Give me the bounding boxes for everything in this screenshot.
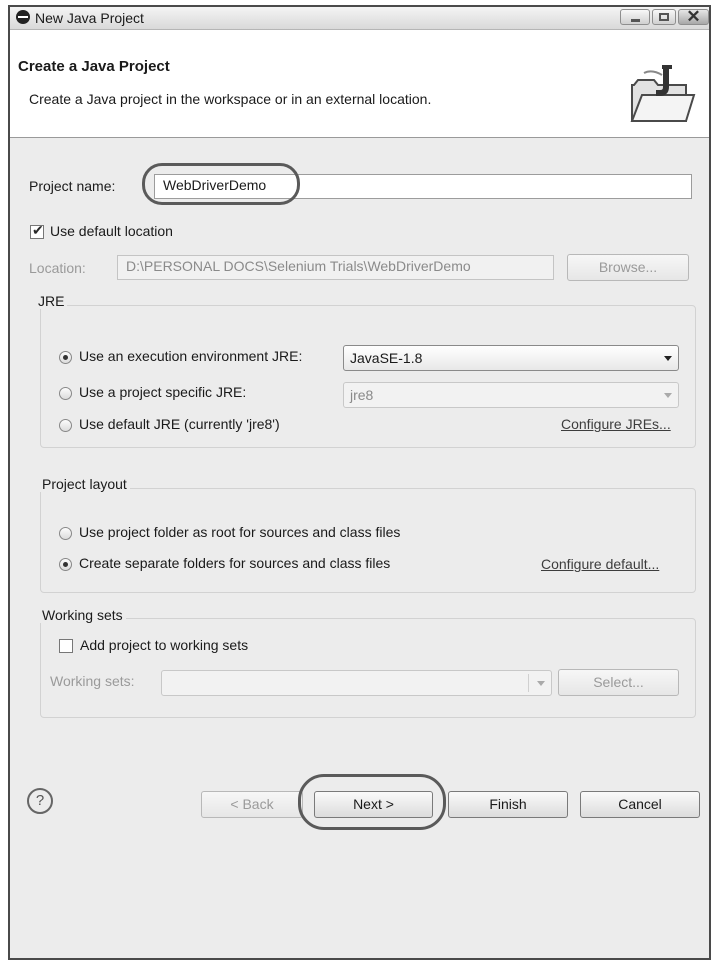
project-layout-group xyxy=(40,488,696,593)
project-specific-jre-radio[interactable] xyxy=(59,387,72,400)
minimize-button[interactable] xyxy=(620,9,650,25)
close-button[interactable]: ✕ xyxy=(678,7,709,26)
select-working-sets-button[interactable]: Select... xyxy=(558,669,679,696)
layout-root-label: Use project folder as root for sources a… xyxy=(79,524,401,540)
layout-separate-label: Create separate folders for sources and … xyxy=(79,555,391,571)
project-name-label: Project name: xyxy=(29,178,116,194)
back-button[interactable]: < Back xyxy=(201,791,303,818)
dropdown-arrow-icon xyxy=(664,356,672,361)
use-default-location-checkbox[interactable]: ✔ xyxy=(30,222,44,239)
project-layout-group-title: Project layout xyxy=(39,476,130,492)
help-icon[interactable]: ? xyxy=(27,788,53,814)
add-to-working-sets-label: Add project to working sets xyxy=(80,637,249,653)
wizard-description: Create a Java project in the workspace o… xyxy=(29,91,432,107)
cancel-button[interactable]: Cancel xyxy=(580,791,700,818)
project-specific-jre-dropdown[interactable]: jre8 xyxy=(343,382,679,408)
folder-wizard-icon xyxy=(630,65,696,122)
close-icon: ✕ xyxy=(686,7,701,26)
next-button-highlight xyxy=(298,774,446,830)
wizard-header: Create a Java Project Create a Java proj… xyxy=(10,30,709,138)
title-bar[interactable]: New Java Project ✕ xyxy=(10,7,709,30)
execution-env-dropdown[interactable]: JavaSE-1.8 xyxy=(343,345,679,371)
wizard-title: Create a Java Project xyxy=(18,58,170,75)
dropdown-arrow-icon xyxy=(537,681,545,686)
dropdown-arrow-icon xyxy=(664,393,672,398)
working-sets-group-title: Working sets xyxy=(39,607,126,623)
add-to-working-sets-checkbox[interactable] xyxy=(59,639,73,653)
dropdown-separator xyxy=(528,674,529,692)
project-specific-jre-label: Use a project specific JRE: xyxy=(79,384,247,400)
configure-jres-link[interactable]: Configure JREs... xyxy=(561,416,671,432)
execution-env-label: Use an execution environment JRE: xyxy=(79,348,303,364)
default-jre-label: Use default JRE (currently 'jre8') xyxy=(79,416,280,432)
finish-button[interactable]: Finish xyxy=(448,791,568,818)
default-jre-radio[interactable] xyxy=(59,419,72,432)
jre-group-title: JRE xyxy=(35,293,68,309)
checkbox-tick-icon: ✔ xyxy=(32,222,44,238)
maximize-button[interactable] xyxy=(652,9,676,25)
use-default-location-label: Use default location xyxy=(50,223,173,239)
window-title: New Java Project xyxy=(35,10,144,26)
location-input[interactable]: D:\PERSONAL DOCS\Selenium Trials\WebDriv… xyxy=(117,255,554,280)
layout-separate-radio[interactable] xyxy=(59,558,72,571)
app-icon xyxy=(16,10,30,24)
working-sets-dropdown[interactable] xyxy=(161,670,552,696)
project-specific-jre-value: jre8 xyxy=(350,387,374,403)
layout-root-radio[interactable] xyxy=(59,527,72,540)
new-java-project-dialog: New Java Project ✕ Create a Java Project… xyxy=(8,5,711,960)
execution-env-radio[interactable] xyxy=(59,351,72,364)
working-sets-label: Working sets: xyxy=(50,673,135,689)
working-sets-group xyxy=(40,618,696,718)
browse-button[interactable]: Browse... xyxy=(567,254,689,281)
project-name-highlight xyxy=(142,163,300,205)
wizard-body: Project name: WebDriverDemo ✔ Use defaul… xyxy=(10,138,709,958)
configure-default-link[interactable]: Configure default... xyxy=(541,556,659,572)
location-label: Location: xyxy=(29,260,86,276)
execution-env-value: JavaSE-1.8 xyxy=(350,350,423,366)
